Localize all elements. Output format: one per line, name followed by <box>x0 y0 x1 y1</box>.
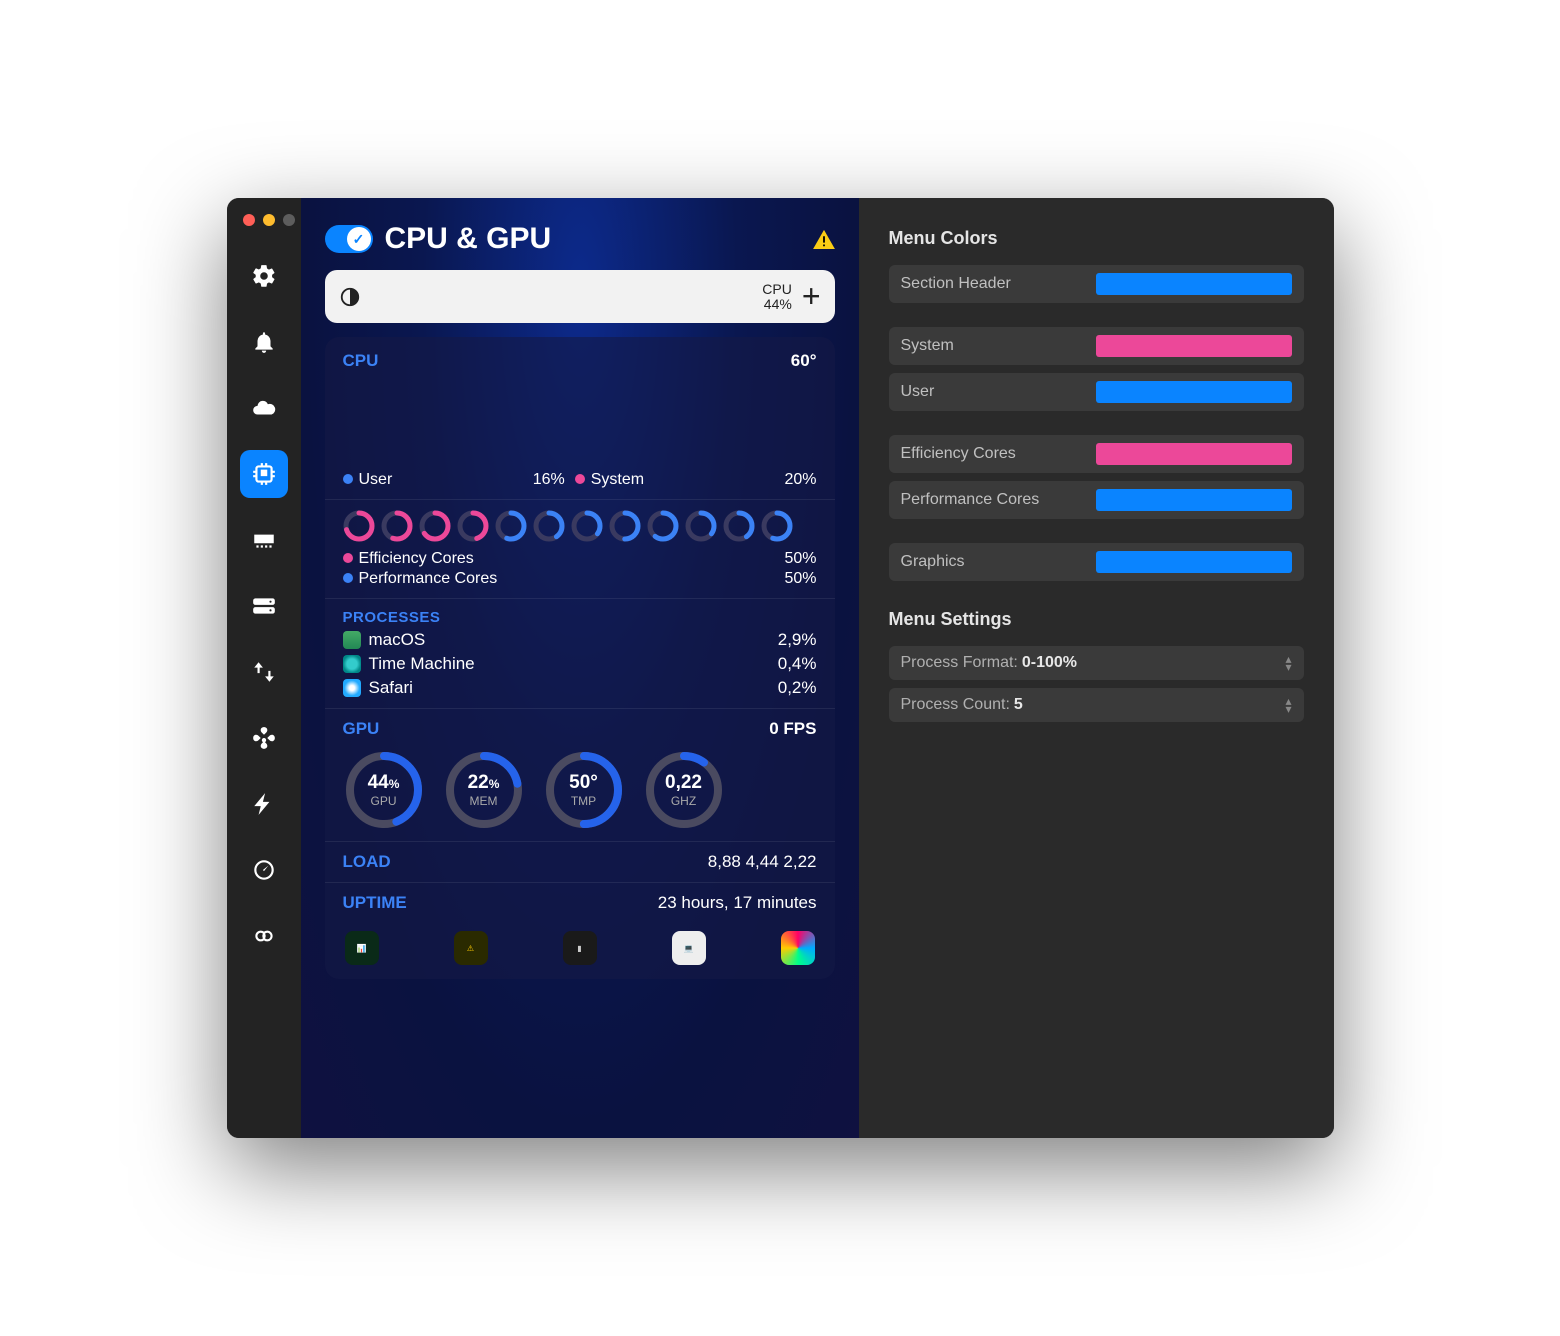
link-icon <box>251 923 277 949</box>
menu-settings-title: Menu Settings <box>889 609 1304 630</box>
sidebar-item-sensors[interactable] <box>240 846 288 894</box>
core-ring <box>761 510 793 542</box>
processes-section: PROCESSES macOS 2,9% Time Machine 0,4% S… <box>343 609 817 698</box>
menubar-cpu-readout: CPU 44% <box>762 282 792 312</box>
shortcut-app[interactable] <box>781 931 815 965</box>
process-row: Safari 0,2% <box>343 678 817 698</box>
cpu-icon <box>251 461 277 487</box>
cpu-histogram <box>343 395 817 465</box>
gpu-gauge-gpu: 44%GPU <box>343 749 425 831</box>
process-row: macOS 2,9% <box>343 630 817 650</box>
disk-icon <box>251 593 277 619</box>
shortcut-terminal[interactable]: ▮ <box>563 931 597 965</box>
contrast-icon <box>339 286 361 308</box>
load-row: LOAD 8,88 4,44 2,22 <box>343 852 817 872</box>
close-button[interactable] <box>243 214 255 226</box>
cloud-icon <box>251 395 277 421</box>
color-row[interactable]: Performance Cores <box>889 481 1304 519</box>
sidebar-item-network[interactable] <box>240 648 288 696</box>
shortcut-system-info[interactable]: 💻 <box>672 931 706 965</box>
menu-colors-title: Menu Colors <box>889 228 1304 249</box>
page-title: CPU & GPU <box>385 222 801 256</box>
core-ring <box>723 510 755 542</box>
core-ring <box>685 510 717 542</box>
chevron-updown-icon: ▴▾ <box>1285 655 1291 671</box>
shortcut-activity-monitor[interactable]: 📊 <box>345 931 379 965</box>
uptime-row: UPTIME 23 hours, 17 minutes <box>343 893 817 913</box>
fan-icon <box>251 725 277 751</box>
shortcut-console[interactable]: ⚠ <box>454 931 488 965</box>
color-row[interactable]: System <box>889 327 1304 365</box>
sidebar-item-settings[interactable] <box>240 252 288 300</box>
gpu-section: GPU 0 FPS 44%GPU 22%MEM 50°TMP <box>343 719 817 831</box>
sidebar-item-power[interactable] <box>240 780 288 828</box>
app-shortcuts: 📊 ⚠ ▮ 💻 <box>343 931 817 965</box>
zoom-button[interactable] <box>283 214 295 226</box>
sidebar <box>227 198 301 1138</box>
app-icon <box>343 679 361 697</box>
color-row[interactable]: Section Header <box>889 265 1304 303</box>
core-ring <box>647 510 679 542</box>
traffic-lights <box>243 214 295 226</box>
setting-select[interactable]: Process Count: 5 ▴▾ <box>889 688 1304 722</box>
sidebar-item-weather[interactable] <box>240 384 288 432</box>
color-row[interactable]: Efficiency Cores <box>889 435 1304 473</box>
warning-icon[interactable] <box>813 229 835 249</box>
sidebar-item-combined[interactable] <box>240 912 288 960</box>
toggle-knob: ✓ <box>347 227 371 251</box>
cpu-section-header: CPU 60° <box>343 351 817 371</box>
app-window: ✓ CPU & GPU CPU 44% + CPU 60° <box>227 198 1334 1138</box>
cores-legend: Efficiency Cores50% Performance Cores50% <box>343 550 817 588</box>
memory-icon <box>251 527 277 553</box>
network-icon <box>251 659 277 685</box>
color-swatch[interactable] <box>1096 551 1292 573</box>
add-widget-button[interactable]: + <box>802 278 821 315</box>
core-rings <box>343 510 817 542</box>
preview-panel: ✓ CPU & GPU CPU 44% + CPU 60° <box>301 198 859 1138</box>
app-icon <box>343 655 361 673</box>
chevron-updown-icon: ▴▾ <box>1285 697 1291 713</box>
color-swatch[interactable] <box>1096 381 1292 403</box>
gpu-gauge-tmp: 50°TMP <box>543 749 625 831</box>
module-toggle[interactable]: ✓ <box>325 225 373 253</box>
color-row[interactable]: Graphics <box>889 543 1304 581</box>
setting-select[interactable]: Process Format: 0-100% ▴▾ <box>889 646 1304 680</box>
bolt-icon <box>251 791 277 817</box>
gauge-icon <box>251 857 277 883</box>
menubar-preview[interactable]: CPU 44% + <box>325 270 835 323</box>
process-row: Time Machine 0,4% <box>343 654 817 674</box>
bell-icon <box>251 329 277 355</box>
core-ring <box>533 510 565 542</box>
core-ring <box>343 510 375 542</box>
gear-icon <box>251 263 277 289</box>
color-swatch[interactable] <box>1096 335 1292 357</box>
color-row[interactable]: User <box>889 373 1304 411</box>
color-swatch[interactable] <box>1096 273 1292 295</box>
core-ring <box>495 510 527 542</box>
core-ring <box>457 510 489 542</box>
sidebar-item-cpu[interactable] <box>240 450 288 498</box>
color-swatch[interactable] <box>1096 443 1292 465</box>
minimize-button[interactable] <box>263 214 275 226</box>
gpu-gauge-mem: 22%MEM <box>443 749 525 831</box>
core-ring <box>419 510 451 542</box>
app-icon <box>343 631 361 649</box>
core-ring <box>609 510 641 542</box>
cpu-legend: User 16%System 20% <box>343 471 817 489</box>
menu-preview: CPU 60° User 16%System 20% <box>325 337 835 979</box>
core-ring <box>381 510 413 542</box>
core-ring <box>571 510 603 542</box>
settings-panel: Menu Colors Section Header System User E… <box>859 198 1334 1138</box>
sidebar-item-fans[interactable] <box>240 714 288 762</box>
sidebar-item-notifications[interactable] <box>240 318 288 366</box>
sidebar-item-memory[interactable] <box>240 516 288 564</box>
color-swatch[interactable] <box>1096 489 1292 511</box>
gpu-gauge-ghz: 0,22GHZ <box>643 749 725 831</box>
sidebar-item-disk[interactable] <box>240 582 288 630</box>
